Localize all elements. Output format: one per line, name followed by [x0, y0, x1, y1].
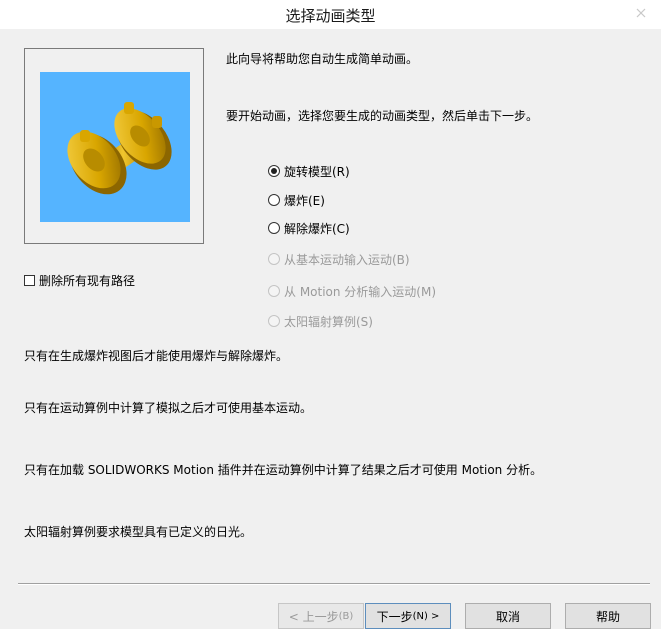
- animation-preview-image: [40, 72, 190, 222]
- checkbox-box[interactable]: [24, 274, 35, 286]
- back-button[interactable]: < 上一步 (B): [278, 603, 364, 629]
- radio-button[interactable]: [268, 194, 280, 206]
- close-button[interactable]: [632, 5, 650, 22]
- radio-basic-motion: 从基本运动输入运动(B): [268, 251, 410, 267]
- title-bar: 选择动画类型: [0, 0, 661, 29]
- note-motion-analysis: 只有在加载 SOLIDWORKS Motion 插件并在运动算例中计算了结果之后…: [24, 463, 543, 477]
- radio-label: 解除爆炸(C): [284, 221, 350, 236]
- radio-button[interactable]: [268, 222, 280, 234]
- footer-divider: [18, 583, 650, 585]
- radio-motion-analysis: 从 Motion 分析输入运动(M): [268, 283, 436, 299]
- next-button-label: 下一步: [376, 609, 413, 624]
- radio-label: 爆炸(E): [284, 193, 325, 208]
- back-button-label: < 上一步: [288, 609, 339, 624]
- radio-rotate-model[interactable]: 旋转模型(R): [268, 163, 350, 179]
- cancel-button-label: 取消: [495, 609, 520, 624]
- radio-label: 从 Motion 分析输入运动(M): [284, 284, 437, 299]
- next-button[interactable]: 下一步 (N) >: [365, 603, 451, 629]
- radio-button-selected[interactable]: [268, 165, 280, 177]
- close-icon: [636, 8, 646, 18]
- next-button-mnemonic: (N) >: [412, 610, 440, 622]
- intro-text-1: 此向导将帮助您自动生成简单动画。: [226, 52, 419, 66]
- delete-paths-checkbox[interactable]: 删除所有现有路径: [24, 272, 135, 288]
- radio-button-disabled: [268, 285, 280, 297]
- back-button-mnemonic: (B): [338, 610, 354, 622]
- help-button-label: 帮助: [595, 609, 620, 624]
- animation-preview-frame: [24, 48, 204, 244]
- note-sun-study: 太阳辐射算例要求模型具有已定义的日光。: [24, 525, 253, 539]
- radio-button-disabled: [268, 315, 280, 327]
- cancel-button[interactable]: 取消: [465, 603, 551, 629]
- radio-label: 太阳辐射算例(S): [284, 314, 373, 329]
- part-model-icon: [67, 102, 172, 195]
- radio-button-disabled: [268, 253, 280, 265]
- radio-sun-study: 太阳辐射算例(S): [268, 313, 373, 329]
- checkbox-label: 删除所有现有路径: [39, 273, 136, 288]
- radio-label: 从基本运动输入运动(B): [284, 252, 410, 267]
- note-explode: 只有在生成爆炸视图后才能使用爆炸与解除爆炸。: [24, 349, 289, 363]
- radio-explode[interactable]: 爆炸(E): [268, 192, 325, 208]
- radio-collapse[interactable]: 解除爆炸(C): [268, 220, 350, 236]
- radio-label: 旋转模型(R): [284, 164, 350, 179]
- intro-text-2: 要开始动画，选择您要生成的动画类型，然后单击下一步。: [226, 109, 539, 123]
- note-basic-motion: 只有在运动算例中计算了模拟之后才可使用基本运动。: [24, 401, 313, 415]
- help-button[interactable]: 帮助: [565, 603, 651, 629]
- window-title: 选择动画类型: [285, 7, 376, 25]
